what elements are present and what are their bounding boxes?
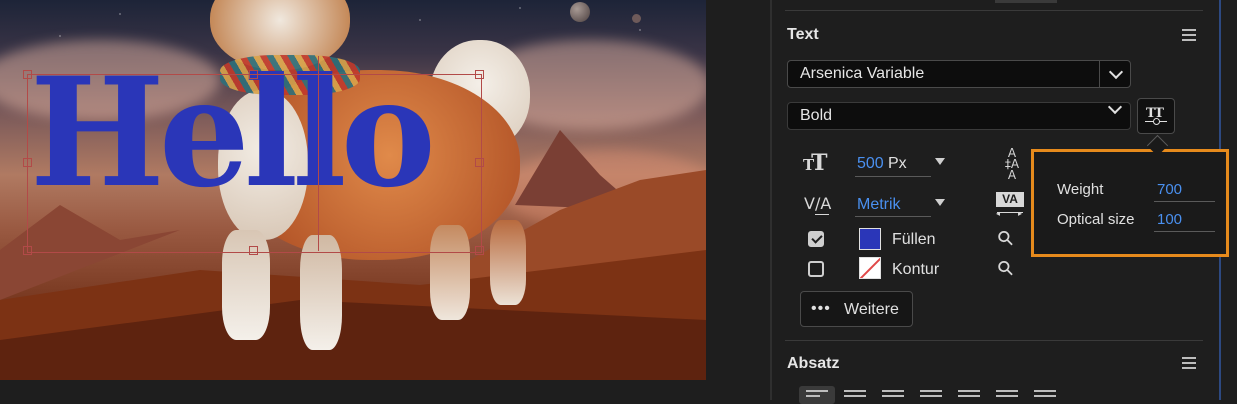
resize-handle-top-right[interactable] bbox=[475, 70, 484, 79]
dog-leg bbox=[490, 220, 526, 305]
fill-checkbox[interactable] bbox=[808, 231, 824, 247]
stroke-checkbox[interactable] bbox=[808, 261, 824, 277]
align-center-icon[interactable] bbox=[844, 390, 866, 400]
resize-handle-top-left[interactable] bbox=[23, 70, 32, 79]
kerning-dropdown-arrow[interactable] bbox=[935, 199, 945, 206]
align-left-icon bbox=[806, 390, 828, 400]
justify-right-icon[interactable] bbox=[996, 390, 1018, 400]
stroke-label: Kontur bbox=[892, 261, 940, 278]
optical-size-underline bbox=[1154, 231, 1215, 232]
optical-size-value[interactable]: 100 bbox=[1157, 211, 1182, 228]
justify-all-icon[interactable] bbox=[1034, 390, 1056, 400]
variable-font-axes-button[interactable]: TT bbox=[1137, 98, 1175, 134]
more-options-button[interactable]: ••• Weitere bbox=[800, 291, 913, 327]
font-size-unit: Px bbox=[888, 155, 907, 172]
font-style-dropdown[interactable]: Bold bbox=[787, 99, 1131, 130]
text-section-menu-icon[interactable] bbox=[1182, 29, 1196, 41]
resize-handle-right[interactable] bbox=[475, 158, 484, 167]
section-divider bbox=[785, 340, 1203, 341]
paragraph-section-title: Absatz bbox=[787, 355, 840, 372]
canvas-bottom-margin bbox=[0, 380, 706, 400]
optical-size-label: Optical size bbox=[1057, 211, 1135, 228]
fill-label: Füllen bbox=[892, 231, 936, 248]
workspace-gap bbox=[706, 0, 770, 400]
font-size-value[interactable]: 500 bbox=[857, 155, 884, 173]
weight-label: Weight bbox=[1057, 181, 1104, 198]
selection-center-line bbox=[318, 56, 319, 251]
resize-handle-bottom[interactable] bbox=[249, 246, 258, 255]
paragraph-section-menu-icon[interactable] bbox=[1182, 357, 1196, 369]
more-options-label: Weitere bbox=[844, 301, 899, 318]
chevron-down-icon[interactable] bbox=[1107, 99, 1123, 115]
top-divider bbox=[785, 10, 1203, 11]
kerning-icon: V/A bbox=[804, 194, 832, 213]
resize-handle-left[interactable] bbox=[23, 158, 32, 167]
chevron-down-icon[interactable] bbox=[1099, 60, 1131, 88]
kerning-underline bbox=[855, 216, 931, 217]
resize-handle-top[interactable] bbox=[249, 70, 258, 79]
top-tab-stub bbox=[995, 0, 1057, 3]
font-style-value: Bold bbox=[800, 107, 833, 124]
font-family-dropdown[interactable]: Arsenica Variable bbox=[787, 60, 1131, 88]
justify-center-icon[interactable] bbox=[958, 390, 980, 400]
kerning-arrow bbox=[815, 214, 829, 215]
resize-handle-bottom-left[interactable] bbox=[23, 246, 32, 255]
ellipsis-icon: ••• bbox=[811, 300, 831, 317]
stroke-color-swatch[interactable] bbox=[859, 257, 881, 279]
align-right-icon[interactable] bbox=[882, 390, 904, 400]
font-size-underline bbox=[855, 176, 931, 177]
weight-value[interactable]: 700 bbox=[1157, 181, 1182, 198]
tracking-icon[interactable]: VA ◂ ▸ bbox=[996, 192, 1024, 220]
selection-bounding-box[interactable] bbox=[27, 74, 482, 253]
variable-font-icon: TT bbox=[1145, 105, 1167, 127]
text-section-title: Text bbox=[787, 26, 819, 43]
fill-color-swatch[interactable] bbox=[859, 228, 881, 250]
kerning-value[interactable]: Metrik bbox=[857, 196, 901, 214]
justify-left-icon[interactable] bbox=[920, 390, 942, 400]
leading-icon[interactable]: A ‡A A bbox=[1000, 147, 1024, 181]
font-size-dropdown-arrow[interactable] bbox=[935, 158, 945, 165]
font-size-icon: TT bbox=[803, 150, 827, 176]
font-family-value: Arsenica Variable bbox=[800, 65, 925, 82]
weight-underline bbox=[1154, 201, 1215, 202]
canvas-artboard[interactable]: Hello bbox=[0, 0, 706, 380]
variable-axes-popover bbox=[1031, 149, 1229, 257]
resize-handle-bottom-right[interactable] bbox=[475, 246, 484, 255]
